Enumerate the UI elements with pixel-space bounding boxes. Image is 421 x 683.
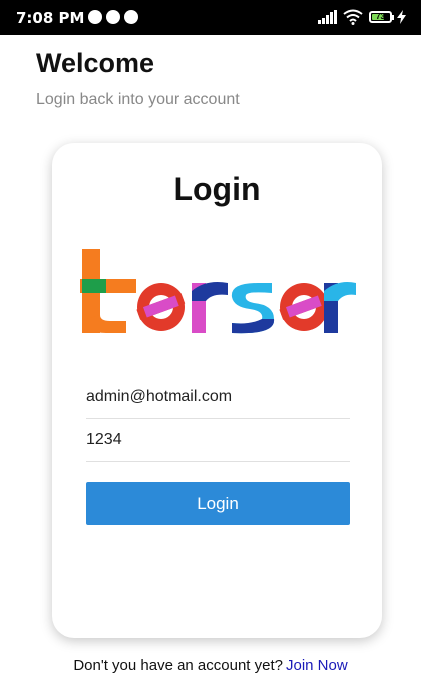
signup-prompt-text: Don't you have an account yet? <box>73 657 283 674</box>
email-field[interactable] <box>86 376 350 419</box>
join-now-link[interactable]: Join Now <box>286 657 348 674</box>
wifi-icon <box>343 9 363 25</box>
battery-tip <box>392 15 394 20</box>
page-subtitle: Login back into your account <box>36 91 240 108</box>
battery-icon: 73 <box>369 11 392 23</box>
app-notification-icon <box>124 10 138 24</box>
status-bar: 7:08 PM 73 <box>0 0 421 35</box>
card-title: Login <box>173 171 261 207</box>
signup-prompt: Don't you have an account yet? Join Now <box>0 657 421 674</box>
cell-signal-icon <box>318 10 337 24</box>
page-title: Welcome <box>36 48 155 78</box>
charging-icon <box>397 10 406 24</box>
password-field[interactable] <box>86 419 350 462</box>
battery-percent: 73 <box>376 12 385 21</box>
app-notification-icon <box>88 10 102 24</box>
status-time: 7:08 PM <box>16 9 85 27</box>
login-button[interactable]: Login <box>86 482 350 525</box>
login-card: Login Login <box>52 143 382 638</box>
app-notification-icon <box>106 10 120 24</box>
terser-logo <box>80 249 356 334</box>
